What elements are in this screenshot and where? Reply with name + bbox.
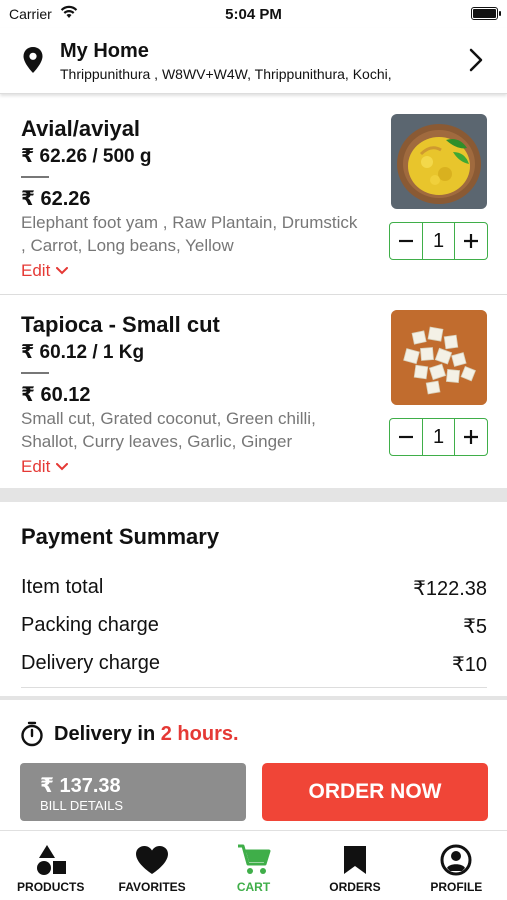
status-bar: Carrier 5:04 PM xyxy=(0,0,507,28)
divider xyxy=(21,687,487,688)
cart-item: Tapioca - Small cut ₹ 60.12 / 1 Kg ₹ 60.… xyxy=(0,296,507,488)
edit-button[interactable]: Edit xyxy=(21,457,69,477)
bill-amount: ₹ 137.38 xyxy=(40,775,121,797)
payment-summary-heading: Payment Summary xyxy=(21,524,220,549)
order-now-button[interactable]: ORDER NOW xyxy=(262,763,488,821)
plus-icon xyxy=(464,234,478,248)
section-separator xyxy=(0,488,507,502)
cart-icon xyxy=(237,843,271,877)
decrease-button[interactable] xyxy=(390,419,422,455)
payment-summary: Payment Summary Item total ₹122.38 Packi… xyxy=(0,502,507,698)
quantity-value: 1 xyxy=(422,419,455,455)
quantity-value: 1 xyxy=(422,223,455,259)
timer-icon xyxy=(21,721,43,747)
payment-label: Delivery charge xyxy=(21,652,160,674)
divider xyxy=(21,372,49,374)
address-title: My Home xyxy=(60,40,149,62)
bill-details-button[interactable]: ₹ 137.38 BILL DETAILS xyxy=(20,763,246,821)
delivery-address-bar[interactable]: My Home Thrippunithura , W8WV+W4W, Thrip… xyxy=(0,28,507,94)
bottom-tab-bar: PRODUCTS FAVORITES CART ORDERS PROFILE xyxy=(0,830,507,900)
tab-label: PRODUCTS xyxy=(17,880,85,894)
payment-value: ₹5 xyxy=(463,616,487,638)
item-unit-price: ₹ 62.26 / 500 g xyxy=(21,146,152,167)
payment-label: Packing charge xyxy=(21,614,159,636)
tab-label: PROFILE xyxy=(430,880,483,894)
item-description: Elephant foot yam , Raw Plantain, Drumst… xyxy=(21,213,358,255)
quantity-stepper[interactable]: 1 xyxy=(389,418,488,456)
shapes-icon xyxy=(35,843,67,877)
item-unit-price: ₹ 60.12 / 1 Kg xyxy=(21,342,145,363)
payment-row: Packing charge ₹5 xyxy=(21,614,487,639)
chevron-right-icon[interactable] xyxy=(469,48,483,77)
address-subtitle: Thrippunithura , W8WV+W4W, Thrippunithur… xyxy=(60,66,392,82)
edit-label: Edit xyxy=(21,261,51,280)
delivery-time: 2 hours. xyxy=(160,722,239,745)
quantity-stepper[interactable]: 1 xyxy=(389,222,488,260)
tab-label: FAVORITES xyxy=(118,880,186,894)
minus-icon xyxy=(399,435,413,439)
payment-label: Item total xyxy=(21,576,104,598)
edit-button[interactable]: Edit xyxy=(21,261,69,281)
edit-label: Edit xyxy=(21,457,51,476)
tab-orders[interactable]: ORDERS xyxy=(304,831,405,900)
tab-profile[interactable]: PROFILE xyxy=(406,831,507,900)
item-name: Tapioca - Small cut xyxy=(21,312,220,337)
payment-value: ₹10 xyxy=(452,654,487,676)
tab-products[interactable]: PRODUCTS xyxy=(0,831,101,900)
cart-item: Avial/aviyal ₹ 62.26 / 500 g ₹ 62.26 Ele… xyxy=(0,100,507,295)
bill-details-label: BILL DETAILS xyxy=(40,798,124,813)
tab-label: CART xyxy=(236,880,271,894)
tab-favorites[interactable]: FAVORITES xyxy=(101,831,202,900)
increase-button[interactable] xyxy=(455,419,487,455)
delivery-prefix: Delivery in xyxy=(54,722,156,745)
tab-label: ORDERS xyxy=(329,880,381,894)
location-pin-icon xyxy=(22,46,44,79)
profile-icon xyxy=(440,843,472,877)
section-separator xyxy=(0,696,507,700)
clock: 5:04 PM xyxy=(225,6,282,23)
heart-icon xyxy=(135,843,169,877)
plus-icon xyxy=(464,430,478,444)
payment-value: ₹122.38 xyxy=(413,578,487,600)
payment-row: Delivery charge ₹10 xyxy=(21,652,487,677)
item-image xyxy=(391,310,487,405)
chevron-down-icon xyxy=(56,463,69,471)
item-price: ₹ 62.26 xyxy=(21,188,91,210)
minus-icon xyxy=(399,239,413,243)
delivery-eta: Delivery in 2 hours. xyxy=(20,721,239,747)
increase-button[interactable] xyxy=(455,223,487,259)
item-image xyxy=(391,114,487,209)
item-price: ₹ 60.12 xyxy=(21,384,91,406)
battery-icon xyxy=(471,7,501,20)
item-description: Small cut, Grated coconut, Green chilli,… xyxy=(21,409,316,451)
bookmark-icon xyxy=(343,843,367,877)
item-name: Avial/aviyal xyxy=(21,116,141,141)
decrease-button[interactable] xyxy=(390,223,422,259)
tab-cart[interactable]: CART xyxy=(203,831,304,900)
payment-row: Item total ₹122.38 xyxy=(21,576,487,601)
chevron-down-icon xyxy=(56,267,69,275)
divider xyxy=(21,176,49,178)
